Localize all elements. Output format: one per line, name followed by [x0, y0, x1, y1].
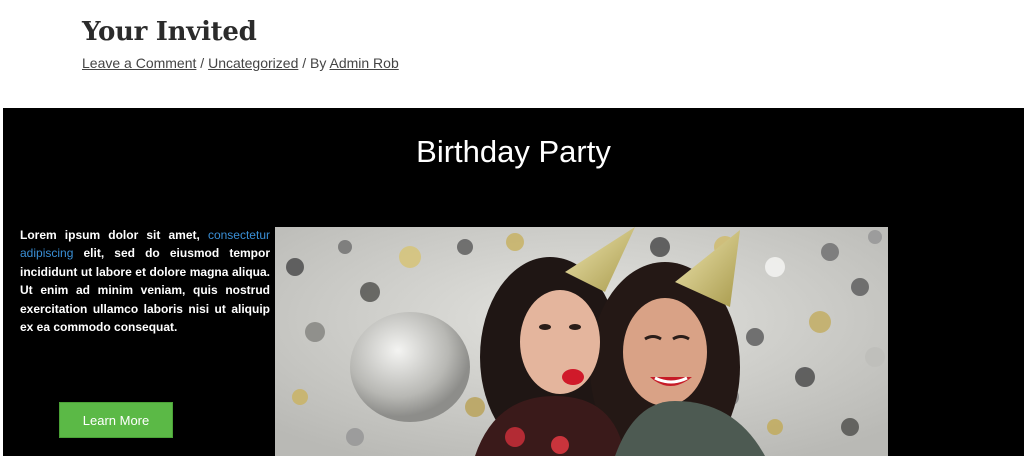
hero-text-part1: Lorem ipsum dolor sit amet,	[20, 228, 208, 242]
category-link[interactable]: Uncategorized	[208, 55, 298, 71]
hero-title: Birthday Party	[416, 134, 611, 169]
party-photo-illustration	[275, 227, 888, 456]
post-title: Your Invited	[82, 17, 257, 47]
post-header: Your Invited Leave a Comment / Uncategor…	[82, 14, 399, 72]
post-meta: Leave a Comment / Uncategorized / By Adm…	[82, 54, 399, 72]
hero-section: Birthday Party Lorem ipsum dolor sit ame…	[3, 108, 1024, 456]
party-photo	[275, 227, 888, 456]
meta-by-text: / By	[298, 55, 330, 71]
learn-more-button[interactable]: Learn More	[59, 402, 173, 438]
hero-description: Lorem ipsum dolor sit amet, consectetur …	[20, 226, 270, 336]
author-link[interactable]: Admin Rob	[329, 55, 398, 71]
leave-comment-link[interactable]: Leave a Comment	[82, 55, 196, 71]
meta-separator: /	[196, 55, 209, 71]
